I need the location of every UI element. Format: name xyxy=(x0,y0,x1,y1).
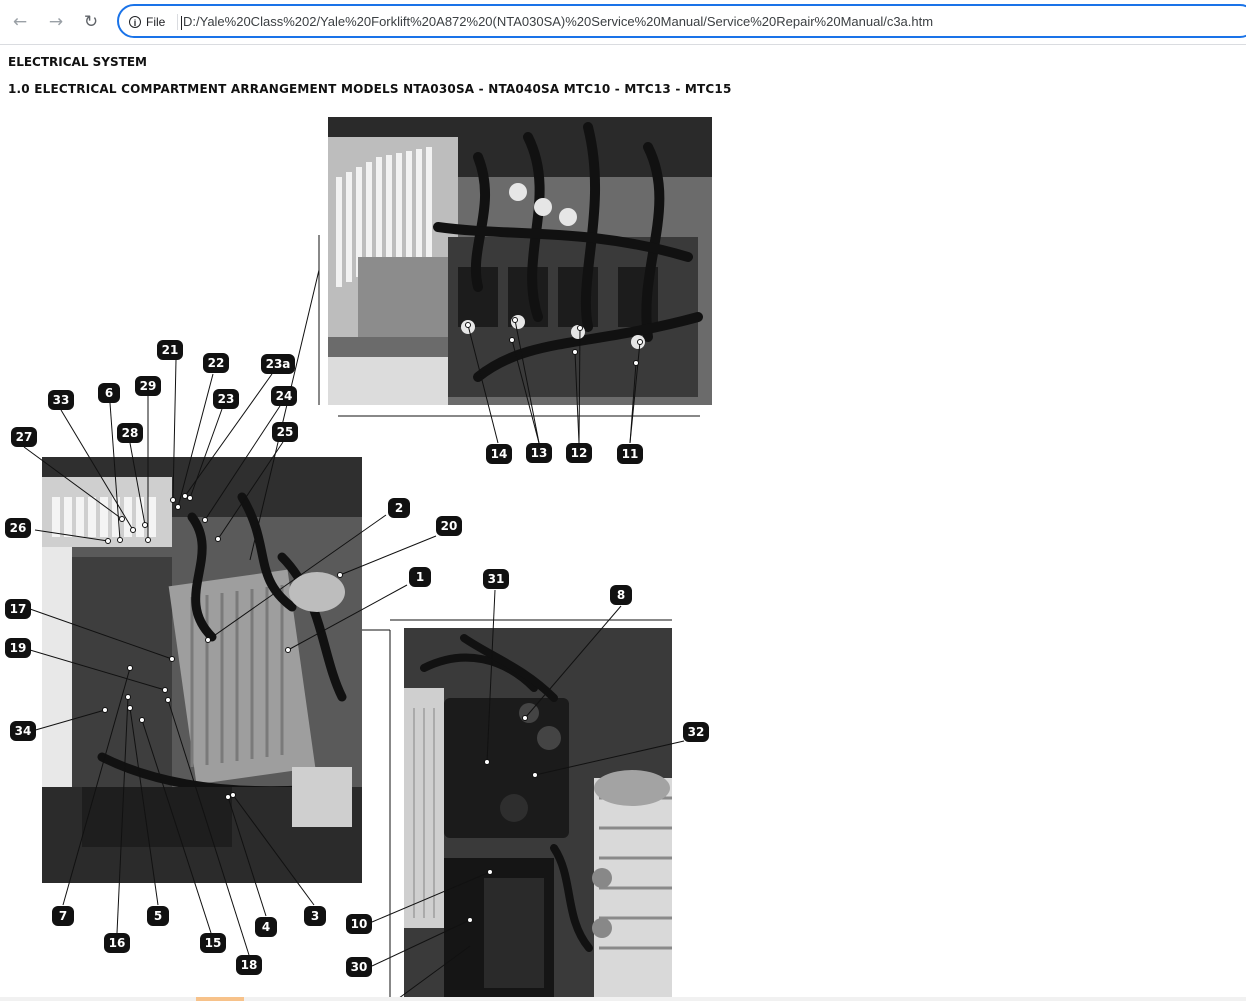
callout-15: 15 xyxy=(200,933,226,953)
callout-26: 26 xyxy=(5,518,31,538)
callout-23: 23 xyxy=(213,389,239,409)
callout-34: 34 xyxy=(10,721,36,741)
leader-lines xyxy=(23,235,700,1001)
callout-5: 5 xyxy=(147,906,169,926)
callout-14: 14 xyxy=(486,444,512,464)
callout-20: 20 xyxy=(436,516,462,536)
callout-33: 33 xyxy=(48,390,74,410)
callout-12: 12 xyxy=(566,443,592,463)
callout-21: 21 xyxy=(157,340,183,360)
callout-27: 27 xyxy=(11,427,37,447)
callout-6: 6 xyxy=(98,383,120,403)
callout-7: 7 xyxy=(52,906,74,926)
callout-8: 8 xyxy=(610,585,632,605)
callout-19: 19 xyxy=(5,638,31,658)
callout-18: 18 xyxy=(236,955,262,975)
callout-28: 28 xyxy=(117,423,143,443)
callout-13: 13 xyxy=(526,443,552,463)
callout-22: 22 xyxy=(203,353,229,373)
callout-31: 31 xyxy=(483,569,509,589)
callout-25: 25 xyxy=(272,422,298,442)
horizontal-scrollbar[interactable] xyxy=(0,997,1246,1001)
callout-32: 32 xyxy=(683,722,709,742)
callout-23a: 23a xyxy=(261,354,295,374)
callout-30: 30 xyxy=(346,957,372,977)
scrollbar-thumb[interactable] xyxy=(196,997,244,1001)
callout-17: 17 xyxy=(5,599,31,619)
callout-16: 16 xyxy=(104,933,130,953)
callout-11: 11 xyxy=(617,444,643,464)
callout-29: 29 xyxy=(135,376,161,396)
callout-1: 1 xyxy=(409,567,431,587)
callout-2: 2 xyxy=(388,498,410,518)
callout-4: 4 xyxy=(255,917,277,937)
callout-24: 24 xyxy=(271,386,297,406)
callout-3: 3 xyxy=(304,906,326,926)
callout-10: 10 xyxy=(346,914,372,934)
